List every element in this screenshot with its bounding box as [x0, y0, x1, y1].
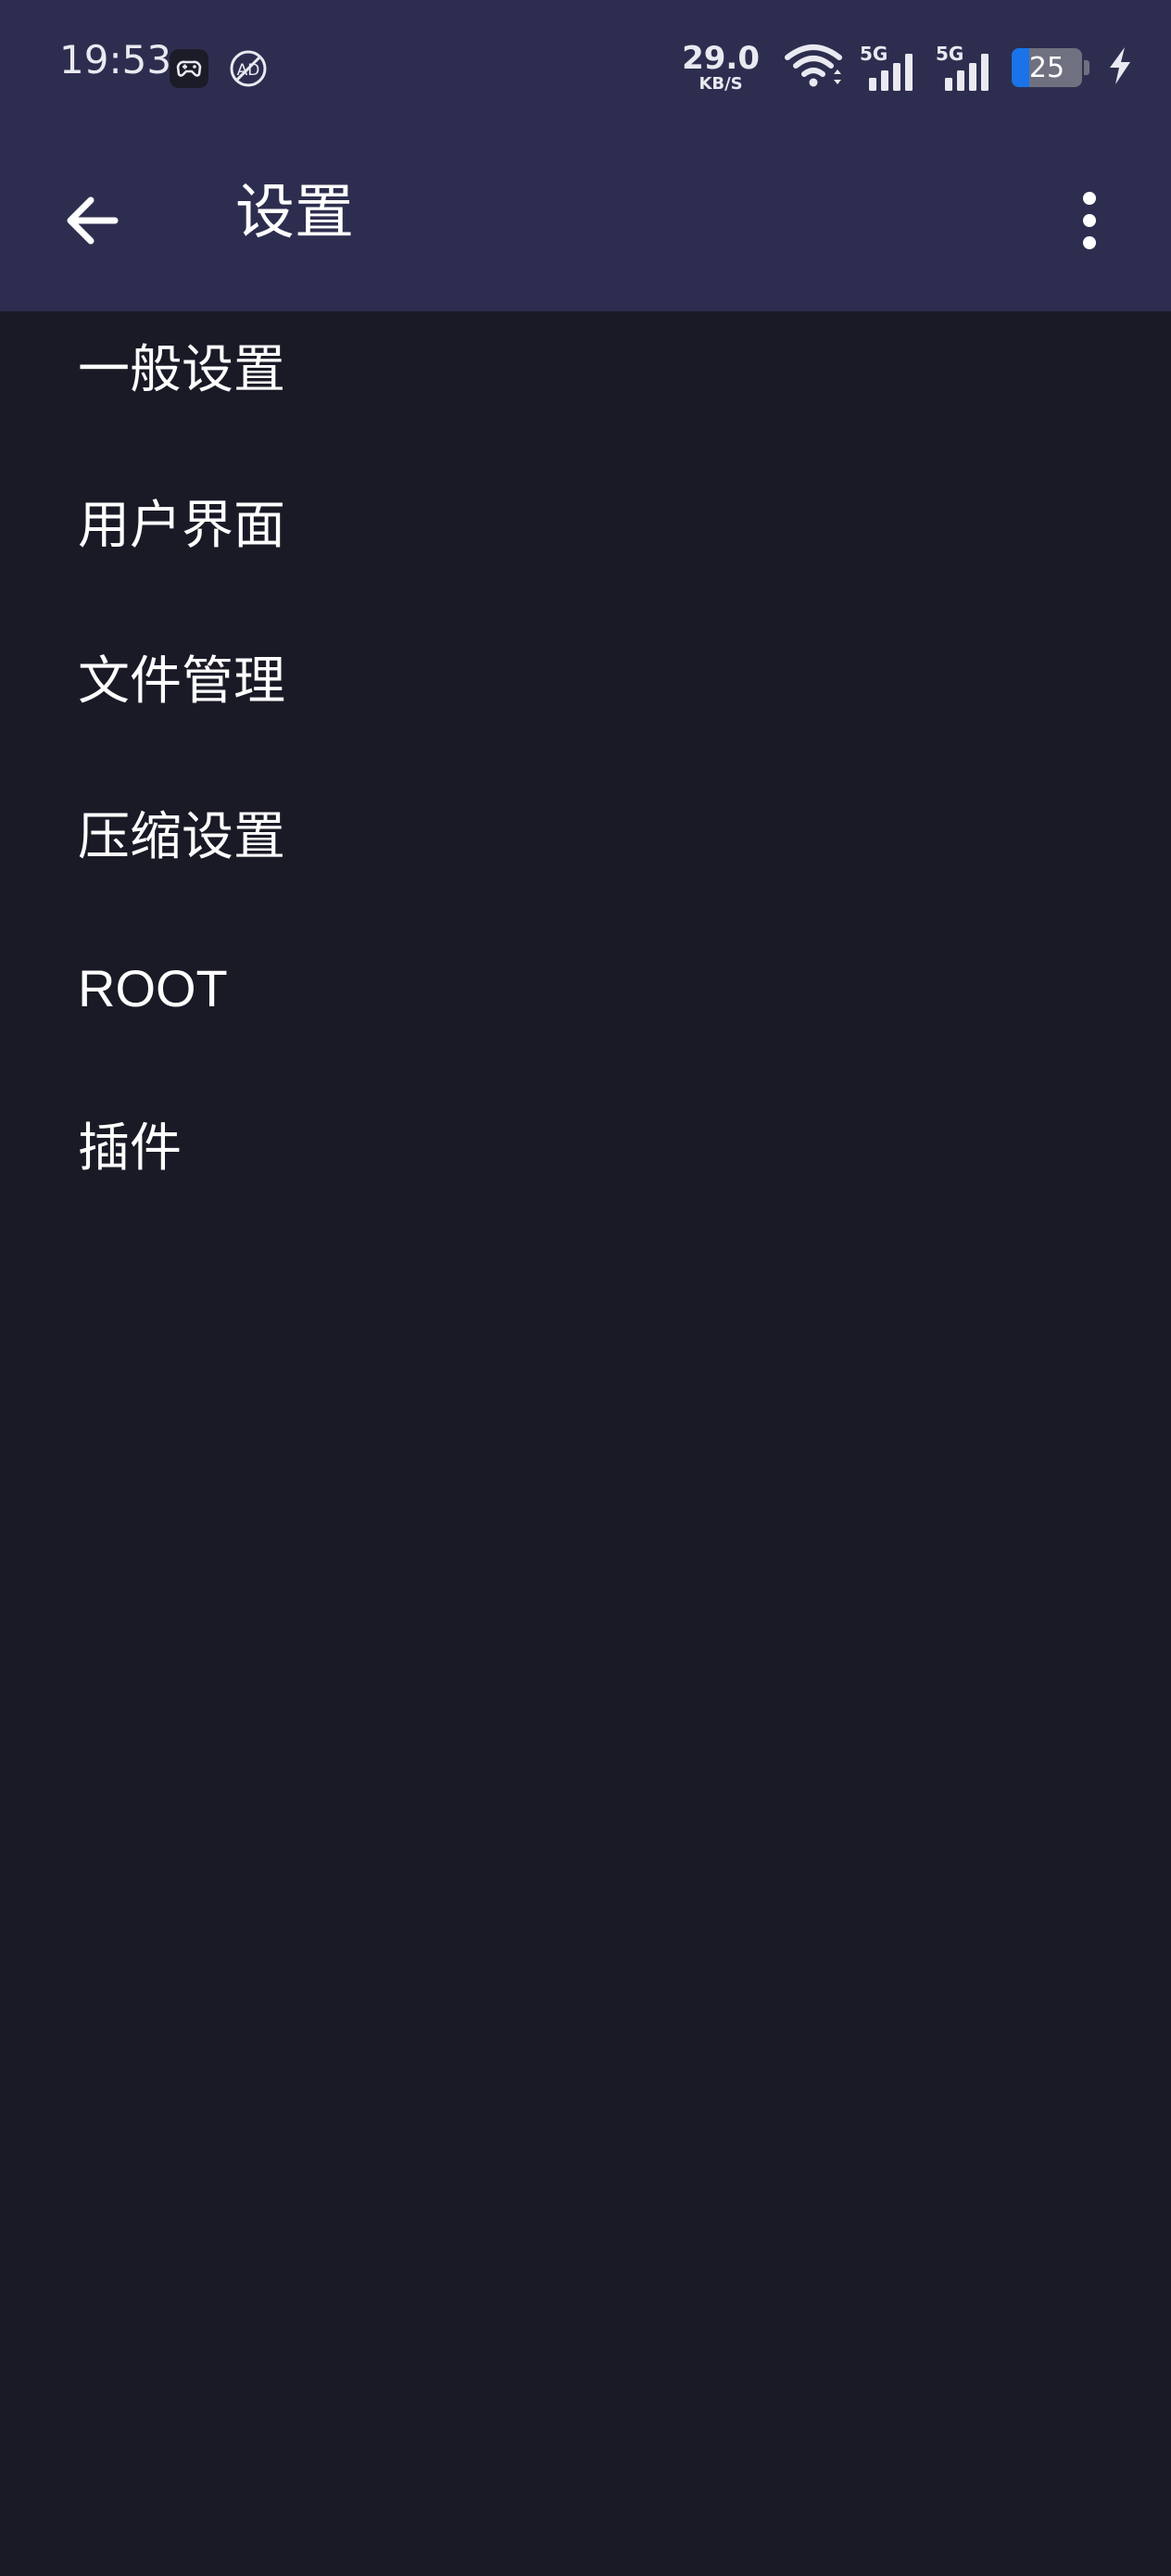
menu-item-user-interface[interactable]: 用户界面 — [0, 467, 1171, 623]
menu-item-compression[interactable]: 压缩设置 — [0, 778, 1171, 934]
game-assistant-icon — [169, 48, 209, 89]
status-right-icons: 29.0 KB/S 5G 5G 25 — [682, 43, 1134, 93]
menu-item-label: 用户界面 — [78, 495, 285, 556]
signal-sim2: 5G — [936, 43, 995, 93]
network-speed: 29.0 KB/S — [682, 43, 760, 93]
battery-icon: 25 — [1012, 48, 1082, 87]
status-left-icons: AD — [169, 48, 269, 89]
settings-menu-list: 一般设置 用户界面 文件管理 压缩设置 ROOT 插件 — [0, 311, 1171, 1245]
menu-item-label: ROOT — [78, 958, 228, 1017]
menu-item-label: 压缩设置 — [78, 806, 285, 867]
status-time: 19:53 — [59, 37, 172, 82]
network-speed-unit: KB/S — [699, 74, 743, 94]
more-options-button[interactable] — [1045, 176, 1134, 265]
back-button[interactable] — [48, 176, 137, 265]
network-speed-value: 29.0 — [682, 40, 760, 77]
menu-item-label: 文件管理 — [78, 650, 285, 712]
page-title: 设置 — [235, 179, 354, 247]
battery-cap — [1084, 60, 1089, 75]
menu-item-general[interactable]: 一般设置 — [0, 311, 1171, 467]
app-bar: 设置 — [0, 130, 1171, 311]
status-bar: 19:53 AD 29.0 KB/S — [0, 0, 1171, 130]
menu-item-label: 一般设置 — [78, 339, 285, 400]
battery-level: 25 — [1028, 51, 1065, 84]
menu-item-label: 插件 — [78, 1118, 182, 1179]
settings-screen: 19:53 AD 29.0 KB/S — [0, 0, 1171, 2576]
arrow-left-icon — [67, 196, 119, 245]
signal-icon — [869, 54, 913, 91]
wifi-icon — [784, 43, 843, 93]
more-vertical-icon — [1083, 192, 1096, 249]
battery-fill — [1012, 48, 1029, 87]
signal-sim1: 5G — [860, 43, 919, 93]
menu-item-plugins[interactable]: 插件 — [0, 1090, 1171, 1245]
menu-item-root[interactable]: ROOT — [0, 934, 1171, 1090]
charging-icon — [1106, 45, 1134, 90]
menu-item-file-management[interactable]: 文件管理 — [0, 623, 1171, 778]
signal-icon — [945, 54, 988, 91]
ad-block-icon: AD — [228, 48, 269, 89]
